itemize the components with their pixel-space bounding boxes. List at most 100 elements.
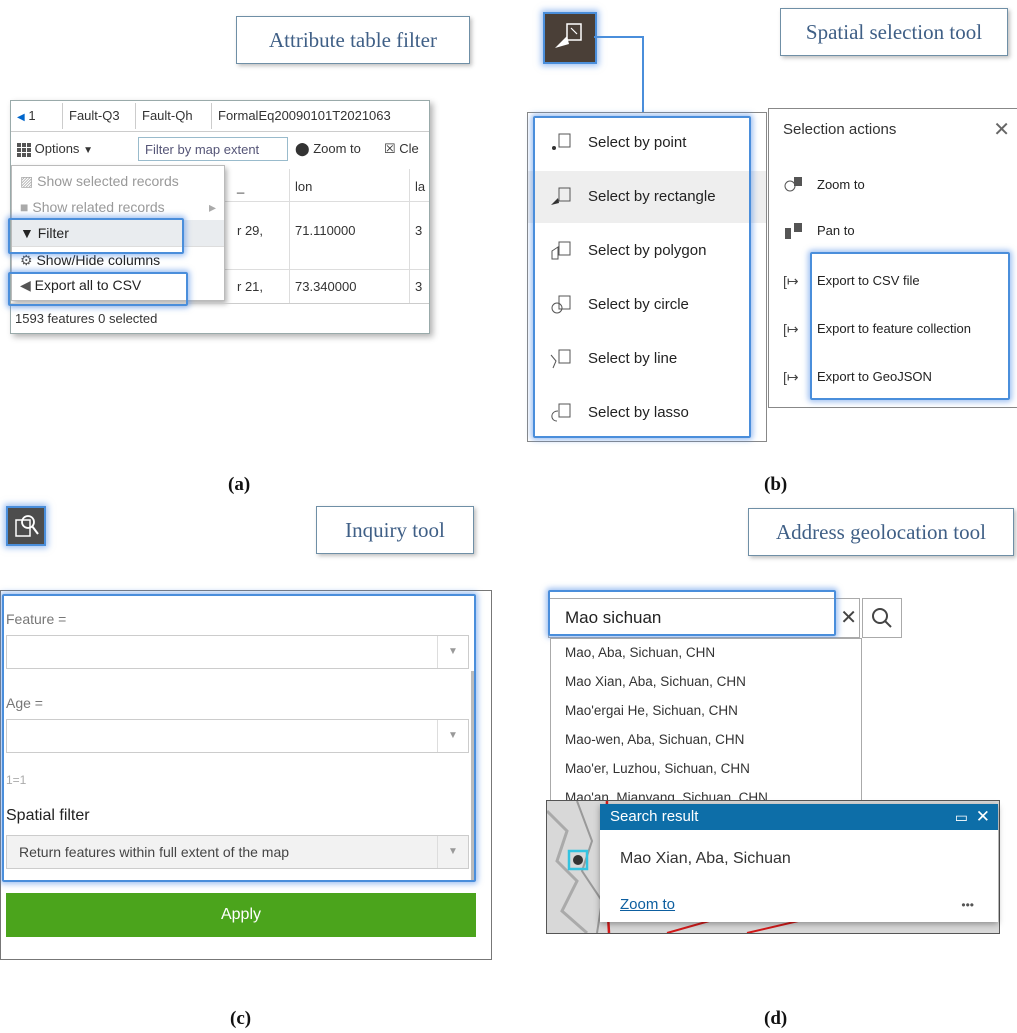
status-bar: 1593 features 0 selected [11, 303, 429, 333]
popup-zoom-to-link[interactable]: Zoom to [620, 896, 675, 913]
chevron-down-icon: ▼ [437, 720, 468, 752]
connector-line [594, 36, 644, 38]
spatial-filter-select[interactable]: Return features within full extent of th… [6, 835, 469, 869]
column-header-lon: lon [295, 179, 313, 194]
export-icon: ◀ [20, 277, 31, 293]
chevron-right-icon: ▸ [208, 199, 216, 215]
select-item-label: Select by polygon [588, 242, 707, 259]
export-icon: [↦ [783, 273, 799, 289]
suggestion-item[interactable]: Mao'er, Luzhou, Sichuan, CHN [565, 761, 750, 776]
popup-result-text: Mao Xian, Aba, Sichuan [620, 850, 791, 867]
suggestion-list: Mao, Aba, Sichuan, CHN Mao Xian, Aba, Si… [550, 638, 862, 804]
table-cell: 73.340000 [295, 279, 357, 294]
action-export-feature-collection[interactable]: [↦ Export to feature collection [769, 305, 1017, 353]
select-item-label: Select by circle [588, 296, 689, 313]
inquiry-tool-button[interactable] [6, 506, 46, 546]
select-by-lasso[interactable]: Select by lasso [528, 387, 766, 439]
feature-select[interactable]: ▼ [6, 635, 469, 669]
rectangle-select-icon [551, 187, 571, 205]
menu-item-show-hide-columns[interactable]: ⚙ Show/Hide columns [12, 246, 224, 272]
caret-down-icon: ▼ [83, 145, 93, 156]
column-divider [409, 169, 410, 303]
checkbox-icon: ▨ [20, 173, 34, 189]
zoom-to-button[interactable]: ⬤ Zoom to [295, 137, 361, 161]
chevron-down-icon: ▼ [437, 636, 468, 668]
scrollbar[interactable] [471, 671, 476, 881]
callout-inquiry-tool: Inquiry tool [316, 506, 474, 554]
menu-item-show-related[interactable]: ■ Show related records ▸ [12, 194, 224, 220]
address-search-input[interactable]: Mao sichuan ✕ [548, 598, 860, 638]
export-icon: [↦ [783, 369, 799, 385]
suggestion-item[interactable]: Mao, Aba, Sichuan, CHN [565, 645, 715, 660]
age-select[interactable]: ▼ [6, 719, 469, 753]
gear-icon: ⚙ [20, 252, 33, 268]
panel-label-b: (b) [764, 474, 788, 495]
tab-scroll-left[interactable]: ◀ 1 [11, 103, 63, 129]
close-icon[interactable]: ✕ [976, 804, 990, 830]
tab-number: 1 [28, 108, 36, 123]
suggestion-item[interactable]: Mao'ergai He, Sichuan, CHN [565, 703, 738, 718]
attribute-table-window: ◀ 1 Fault-Q3 Fault-Qh FormalEq20090101T2… [10, 100, 430, 334]
more-options-icon[interactable]: ••• [961, 898, 974, 912]
action-export-geojson[interactable]: [↦ Export to GeoJSON [769, 353, 1017, 401]
menu-item-label: Show/Hide columns [36, 252, 161, 268]
search-button[interactable] [862, 598, 902, 638]
maximize-icon[interactable]: ▭ [955, 804, 968, 830]
point-select-icon [552, 133, 571, 150]
close-icon[interactable]: ✕ [993, 117, 1010, 142]
clear-label: Cle [399, 141, 419, 156]
action-label: Pan to [817, 223, 855, 238]
feature-field-label: Feature = [6, 611, 67, 627]
suggestion-item[interactable]: Mao-wen, Aba, Sichuan, CHN [565, 732, 744, 747]
action-pan-to[interactable]: Pan to [769, 207, 1017, 255]
clear-icon: ☒ [384, 141, 396, 156]
square-icon: ■ [20, 199, 29, 215]
suggestion-item[interactable]: Mao Xian, Aba, Sichuan, CHN [565, 674, 746, 689]
options-menu: ▨ Show selected records ■ Show related r… [11, 165, 225, 301]
pan-to-icon [785, 223, 802, 239]
column-header-lat: la [415, 179, 426, 194]
zoom-to-icon [784, 177, 802, 192]
action-zoom-to[interactable]: Zoom to [769, 161, 1017, 209]
options-button[interactable]: Options ▼ [17, 137, 93, 161]
popup-header: Search result ▭ ✕ [600, 804, 998, 830]
export-icon: [↦ [783, 321, 799, 337]
menu-item-label: Export all to CSV [34, 277, 142, 293]
funnel-icon: ▼ [20, 225, 34, 241]
tab-formal-eq[interactable]: FormalEq20090101T2021063 [212, 103, 429, 129]
select-by-rectangle[interactable]: Select by rectangle [528, 171, 766, 223]
tab-fault-qh[interactable]: Fault-Qh [136, 103, 212, 129]
apply-button[interactable]: Apply [6, 893, 476, 937]
action-export-csv[interactable]: [↦ Export to CSV file [769, 257, 1017, 305]
expression-text: 1=1 [6, 773, 27, 787]
clear-selection-button[interactable]: ☒ Cle [384, 137, 419, 161]
menu-item-filter[interactable]: ▼ Filter [12, 220, 224, 246]
table-cell: 71.110000 [295, 223, 356, 238]
action-label: Export to GeoJSON [817, 369, 932, 384]
menu-item-export-csv[interactable]: ◀ Export all to CSV [12, 272, 224, 298]
circle-select-icon [551, 295, 571, 314]
options-label: Options [34, 141, 80, 156]
select-by-polygon[interactable]: Select by polygon [528, 225, 766, 277]
clear-search-icon[interactable]: ✕ [840, 605, 857, 630]
select-by-line[interactable]: Select by line [528, 333, 766, 385]
caret-left-icon[interactable]: ◀ [17, 112, 25, 123]
panel-label-c: (c) [230, 1008, 252, 1029]
select-by-circle[interactable]: Select by circle [528, 279, 766, 331]
select-item-label: Select by line [588, 350, 678, 367]
tab-row: ◀ 1 Fault-Q3 Fault-Qh FormalEq20090101T2… [11, 101, 429, 132]
table-cell: r 21, [237, 279, 264, 294]
line-select-icon [550, 349, 571, 369]
table-cell: r 29, [237, 223, 264, 238]
menu-item-label: Filter [37, 225, 69, 241]
lasso-select-icon [551, 403, 571, 422]
attribute-toolbar: Options ▼ Filter by map extent ⬤ Zoom to… [11, 133, 429, 165]
row-divider [223, 201, 429, 202]
spatial-filter-label: Spatial filter [6, 807, 90, 824]
tab-fault-q3[interactable]: Fault-Q3 [63, 103, 136, 129]
select-by-point[interactable]: Select by point [528, 117, 766, 169]
filter-by-map-extent-button[interactable]: Filter by map extent [138, 137, 288, 161]
spatial-selection-tool-button[interactable] [543, 12, 597, 64]
callout-address-geolocation-tool: Address geolocation tool [748, 508, 1014, 556]
menu-item-show-selected[interactable]: ▨ Show selected records [12, 168, 224, 194]
